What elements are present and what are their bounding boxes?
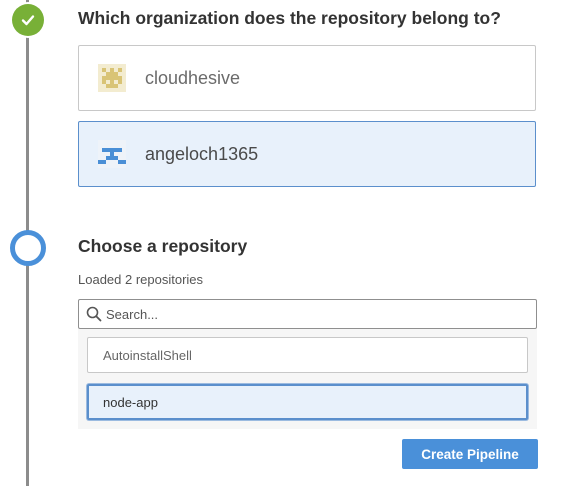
repository-search-input[interactable] xyxy=(106,306,506,322)
repo-option-autoinstallshell[interactable]: AutoinstallShell xyxy=(87,337,528,373)
org-name: cloudhesive xyxy=(145,67,241,88)
repository-search-box xyxy=(78,299,537,329)
angeloch1365-avatar-icon xyxy=(98,140,126,168)
organization-step-heading: Which organization does the repository b… xyxy=(78,8,501,28)
repositories-loaded-status: Loaded 2 repositories xyxy=(78,272,204,287)
create-pipeline-button[interactable]: Create Pipeline xyxy=(402,439,538,469)
org-name: angeloch1365 xyxy=(145,143,259,164)
search-icon xyxy=(86,306,102,322)
org-option-angeloch1365[interactable]: angeloch1365 xyxy=(78,121,536,187)
check-icon xyxy=(21,15,35,26)
repository-step-heading: Choose a repository xyxy=(78,236,248,256)
repo-option-node-app[interactable]: node-app xyxy=(87,384,528,420)
repository-list: AutoinstallShell node-app xyxy=(78,329,537,429)
step-completed-indicator xyxy=(12,4,44,36)
step-current-indicator xyxy=(10,230,46,266)
cloudhesive-avatar-icon xyxy=(98,64,126,92)
org-option-cloudhesive[interactable]: cloudhesive xyxy=(78,45,536,111)
timeline-line xyxy=(26,262,29,486)
